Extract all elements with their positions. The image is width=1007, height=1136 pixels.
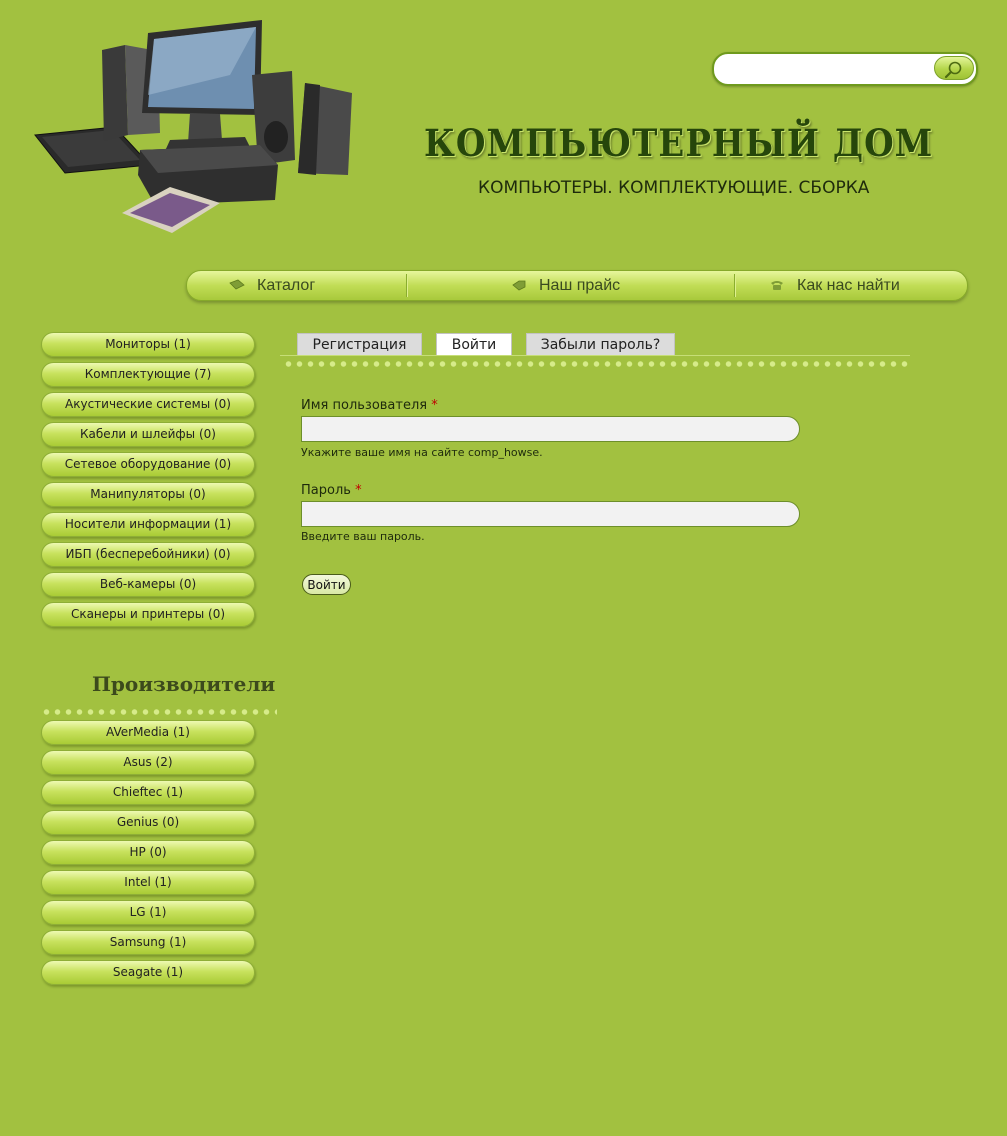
search-input[interactable] xyxy=(724,58,933,80)
maker-lg[interactable]: LG (1) xyxy=(41,900,255,925)
username-description: Укажите ваше имя на сайте comp_howse. xyxy=(301,446,543,459)
password-field[interactable] xyxy=(301,501,800,527)
password-description: Введите ваш пароль. xyxy=(301,530,425,543)
username-label-text: Имя пользователя xyxy=(301,398,428,413)
dotted-divider xyxy=(41,709,277,715)
tab-login[interactable]: Войти xyxy=(436,333,512,355)
category-ups[interactable]: ИБП (бесперебойники) (0) xyxy=(41,542,255,567)
maker-genius[interactable]: Genius (0) xyxy=(41,810,255,835)
catalog-icon xyxy=(229,279,245,290)
maker-samsung[interactable]: Samsung (1) xyxy=(41,930,255,955)
category-cables[interactable]: Кабели и шлейфы (0) xyxy=(41,422,255,447)
maker-asus[interactable]: Asus (2) xyxy=(41,750,255,775)
makers-list: AVerMedia (1) Asus (2) Chieftec (1) Geni… xyxy=(41,720,255,990)
computer-set-logo xyxy=(34,20,352,233)
category-manipulators[interactable]: Манипуляторы (0) xyxy=(41,482,255,507)
main-nav: Каталог Наш прайс Как нас найти xyxy=(186,270,968,301)
category-speakers[interactable]: Акустические системы (0) xyxy=(41,392,255,417)
tab-underline xyxy=(280,355,910,356)
site-title: Компьютерный дом xyxy=(424,122,934,166)
maker-chieftec[interactable]: Chieftec (1) xyxy=(41,780,255,805)
nav-catalog-label: Каталог xyxy=(257,277,316,294)
site-slogan: Компьютеры. Комплектующие. Сборка xyxy=(478,178,870,198)
required-mark: * xyxy=(355,483,362,498)
maker-intel[interactable]: Intel (1) xyxy=(41,870,255,895)
nav-find-us-label: Как нас найти xyxy=(797,277,900,294)
phone-icon xyxy=(771,281,783,290)
tab-register[interactable]: Регистрация xyxy=(297,333,422,355)
category-webcams[interactable]: Веб-камеры (0) xyxy=(41,572,255,597)
nav-divider xyxy=(406,274,407,297)
username-field[interactable] xyxy=(301,416,800,442)
tab-forgot-password[interactable]: Забыли пароль? xyxy=(526,333,675,355)
nav-divider xyxy=(734,274,735,297)
nav-catalog[interactable]: Каталог xyxy=(229,271,315,300)
nav-find-us[interactable]: Как нас найти xyxy=(769,271,900,300)
category-storage[interactable]: Носители информации (1) xyxy=(41,512,255,537)
maker-avermedia[interactable]: AVerMedia (1) xyxy=(41,720,255,745)
search-box xyxy=(712,52,978,86)
maker-seagate[interactable]: Seagate (1) xyxy=(41,960,255,985)
nav-price-label: Наш прайс xyxy=(539,277,621,294)
password-label: Пароль * xyxy=(301,483,362,498)
magnifier-icon xyxy=(944,61,962,78)
dotted-divider xyxy=(283,361,911,367)
price-tag-icon xyxy=(512,280,526,291)
nav-price[interactable]: Наш прайс xyxy=(511,271,620,300)
required-mark: * xyxy=(431,398,438,413)
category-list: Мониторы (1) Комплектующие (7) Акустичес… xyxy=(41,332,255,632)
category-scanners-printers[interactable]: Сканеры и принтеры (0) xyxy=(41,602,255,627)
maker-hp[interactable]: HP (0) xyxy=(41,840,255,865)
category-monitors[interactable]: Мониторы (1) xyxy=(41,332,255,357)
makers-heading: Производители xyxy=(92,672,276,696)
category-network[interactable]: Сетевое оборудование (0) xyxy=(41,452,255,477)
category-components[interactable]: Комплектующие (7) xyxy=(41,362,255,387)
search-button[interactable] xyxy=(934,56,974,80)
login-submit-button[interactable]: Войти xyxy=(302,574,351,595)
password-label-text: Пароль xyxy=(301,483,351,498)
username-label: Имя пользователя * xyxy=(301,398,438,413)
